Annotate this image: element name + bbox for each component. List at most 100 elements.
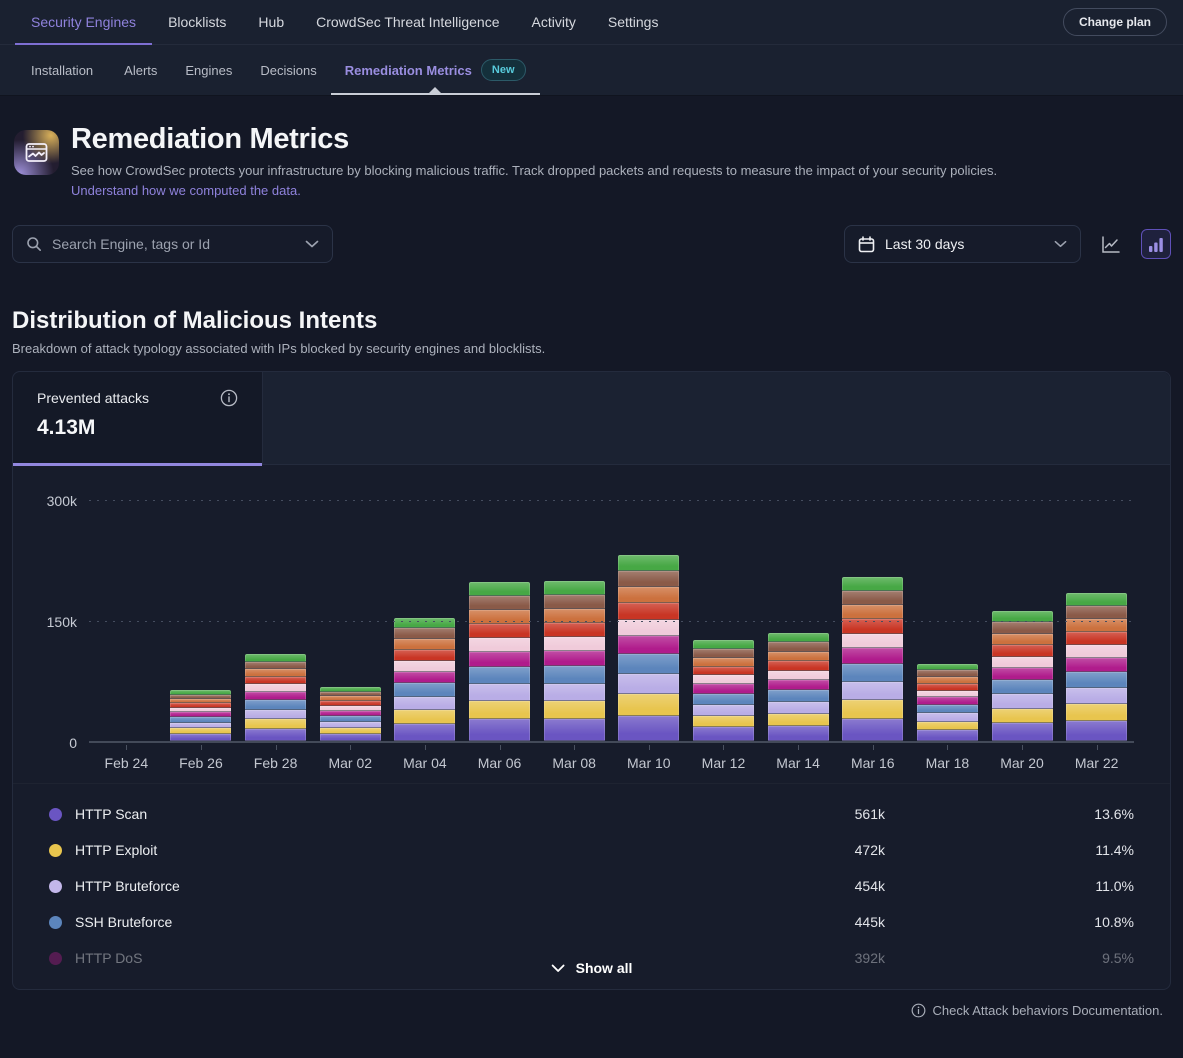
bar-segment-http-scan[interactable] <box>245 729 306 741</box>
bar-segment-other-4[interactable] <box>917 670 978 677</box>
bar-segment-http-scan[interactable] <box>320 734 381 741</box>
bar-segment-other-5[interactable] <box>693 640 754 649</box>
info-icon[interactable] <box>220 389 238 407</box>
bar-segment-http-scan[interactable] <box>394 724 455 741</box>
prevented-attacks-tab[interactable]: Prevented attacks 4.13M <box>13 372 263 465</box>
bar-segment-http-dos[interactable] <box>917 697 978 704</box>
bar-segment-http-dos[interactable] <box>394 672 455 684</box>
topnav-tab-blocklists[interactable]: Blocklists <box>152 0 242 44</box>
bar-segment-other-5[interactable] <box>1066 593 1127 606</box>
subnav-item-decisions[interactable]: Decisions <box>246 45 330 95</box>
bar-segment-other-1[interactable] <box>394 661 455 672</box>
bar-segment-ssh-bruteforce[interactable] <box>618 654 679 674</box>
bar-segment-other-4[interactable] <box>842 591 903 605</box>
bar-segment-http-exploit[interactable] <box>469 701 530 719</box>
bar-segment-other-3[interactable] <box>394 639 455 650</box>
bar-segment-http-dos[interactable] <box>842 648 903 664</box>
bar-segment-http-scan[interactable] <box>1066 721 1127 741</box>
topnav-tab-security-engines[interactable]: Security Engines <box>15 0 152 44</box>
bar-segment-http-exploit[interactable] <box>917 722 978 731</box>
bar-segment-http-bruteforce[interactable] <box>1066 688 1127 704</box>
bar-segment-other-2[interactable] <box>469 624 530 638</box>
bar-segment-http-bruteforce[interactable] <box>992 694 1053 708</box>
bar-segment-ssh-bruteforce[interactable] <box>768 690 829 702</box>
bar-segment-http-exploit[interactable] <box>992 709 1053 724</box>
bar-segment-other-3[interactable] <box>992 634 1053 645</box>
bar-segment-other-1[interactable] <box>245 684 306 692</box>
bar-segment-other-1[interactable] <box>469 638 530 652</box>
bar-segment-other-4[interactable] <box>245 662 306 670</box>
bar-segment-other-4[interactable] <box>394 628 455 639</box>
subnav-item-remediation-metrics[interactable]: Remediation MetricsNew <box>331 45 540 95</box>
bar-segment-http-exploit[interactable] <box>245 719 306 729</box>
bar-chart-toggle-button[interactable] <box>1141 229 1171 259</box>
bar-segment-http-dos[interactable] <box>768 680 829 690</box>
bar-segment-http-dos[interactable] <box>544 651 605 666</box>
bar-segment-other-1[interactable] <box>917 691 978 698</box>
bar-segment-other-2[interactable] <box>992 645 1053 656</box>
bar-segment-other-4[interactable] <box>1066 606 1127 619</box>
bar-segment-other-3[interactable] <box>245 669 306 677</box>
bar-segment-ssh-bruteforce[interactable] <box>992 680 1053 694</box>
bar-segment-http-bruteforce[interactable] <box>544 684 605 702</box>
bar-segment-http-scan[interactable] <box>170 734 231 741</box>
bar-segment-http-dos[interactable] <box>245 692 306 700</box>
date-range-select[interactable]: Last 30 days <box>844 225 1081 263</box>
bar-segment-other-5[interactable] <box>842 577 903 591</box>
bar-segment-ssh-bruteforce[interactable] <box>394 683 455 696</box>
bar-segment-other-5[interactable] <box>917 664 978 671</box>
subnav-item-alerts[interactable]: Alerts <box>110 45 171 95</box>
bar-segment-other-2[interactable] <box>768 661 829 671</box>
computed-data-link[interactable]: Understand how we computed the data. <box>71 183 301 198</box>
bar-segment-other-1[interactable] <box>544 637 605 651</box>
bar-segment-other-2[interactable] <box>544 623 605 637</box>
bar-segment-ssh-bruteforce[interactable] <box>245 700 306 709</box>
bar-segment-other-2[interactable] <box>693 667 754 676</box>
topnav-tab-crowdsec-threat-intelligence[interactable]: CrowdSec Threat Intelligence <box>300 0 515 44</box>
bar-segment-http-exploit[interactable] <box>544 701 605 719</box>
documentation-link[interactable]: Check Attack behaviors Documentation. <box>932 1003 1163 1018</box>
bar-segment-other-4[interactable] <box>544 595 605 609</box>
bar-segment-http-exploit[interactable] <box>618 694 679 715</box>
bar-segment-other-2[interactable] <box>917 684 978 691</box>
legend-row-http-bruteforce[interactable]: HTTP Bruteforce454k11.0% <box>49 868 1134 904</box>
bar-segment-ssh-bruteforce[interactable] <box>1066 672 1127 688</box>
bar-segment-other-3[interactable] <box>917 677 978 684</box>
bar-segment-ssh-bruteforce[interactable] <box>469 667 530 684</box>
subnav-item-engines[interactable]: Engines <box>171 45 246 95</box>
subnav-item-installation[interactable]: Installation <box>31 45 110 95</box>
bar-segment-other-1[interactable] <box>618 620 679 636</box>
bar-segment-http-scan[interactable] <box>693 727 754 741</box>
bar-segment-other-2[interactable] <box>618 603 679 619</box>
legend-row-ssh-bruteforce[interactable]: SSH Bruteforce445k10.8% <box>49 904 1134 940</box>
bar-segment-other-3[interactable] <box>693 658 754 667</box>
bar-segment-http-dos[interactable] <box>693 684 754 694</box>
bar-segment-other-5[interactable] <box>394 618 455 629</box>
bar-segment-http-scan[interactable] <box>544 719 605 741</box>
change-plan-button[interactable]: Change plan <box>1063 8 1167 36</box>
engine-search-select[interactable]: Search Engine, tags or Id <box>12 225 333 263</box>
bar-segment-other-1[interactable] <box>842 634 903 648</box>
bar-segment-http-exploit[interactable] <box>1066 704 1127 721</box>
bar-segment-http-exploit[interactable] <box>394 710 455 724</box>
bar-segment-other-5[interactable] <box>544 581 605 595</box>
bar-segment-ssh-bruteforce[interactable] <box>842 664 903 682</box>
bar-segment-http-bruteforce[interactable] <box>469 684 530 701</box>
bar-segment-other-5[interactable] <box>618 555 679 571</box>
bar-segment-http-scan[interactable] <box>992 723 1053 741</box>
topnav-tab-settings[interactable]: Settings <box>592 0 675 44</box>
bar-segment-other-4[interactable] <box>768 642 829 651</box>
topnav-tab-activity[interactable]: Activity <box>516 0 592 44</box>
bar-segment-http-scan[interactable] <box>469 719 530 741</box>
bar-segment-http-dos[interactable] <box>1066 658 1127 672</box>
bar-segment-http-exploit[interactable] <box>693 716 754 727</box>
legend-row-http-exploit[interactable]: HTTP Exploit472k11.4% <box>49 832 1134 868</box>
bar-segment-http-dos[interactable] <box>469 652 530 667</box>
bar-segment-other-3[interactable] <box>618 587 679 603</box>
bar-segment-other-2[interactable] <box>394 650 455 661</box>
bar-segment-ssh-bruteforce[interactable] <box>917 705 978 713</box>
bar-segment-http-bruteforce[interactable] <box>917 713 978 722</box>
bar-segment-http-dos[interactable] <box>618 636 679 654</box>
bar-segment-http-dos[interactable] <box>992 668 1053 680</box>
bar-segment-other-2[interactable] <box>245 677 306 685</box>
